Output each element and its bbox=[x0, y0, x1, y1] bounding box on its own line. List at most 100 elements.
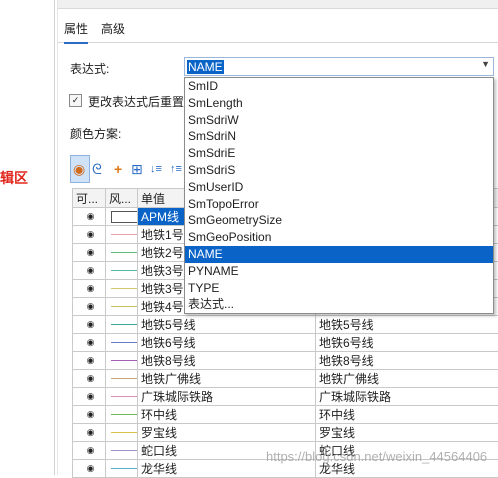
table-row[interactable]: ◉ 地铁8号线地铁8号线 bbox=[73, 352, 498, 370]
visibility-cell[interactable]: ◉ bbox=[73, 208, 106, 226]
table-toolbar: ◉ ᘓ + ⊞ ↓≡ ↑≡ bbox=[70, 155, 190, 185]
label-cell[interactable]: 罗宝线 bbox=[316, 424, 498, 442]
style-cell[interactable] bbox=[106, 262, 138, 280]
delete-icon[interactable]: ⊞ bbox=[131, 161, 143, 177]
dropdown-option[interactable]: SmLength bbox=[185, 95, 493, 112]
visibility-cell[interactable]: ◉ bbox=[73, 316, 106, 334]
eye-icon[interactable]: ◉ bbox=[76, 445, 105, 456]
chevron-down-icon[interactable]: ▼ bbox=[481, 59, 490, 69]
unique-value-cell[interactable]: 地铁8号线 bbox=[138, 352, 316, 370]
dropdown-option[interactable]: SmUserID bbox=[185, 179, 493, 196]
visibility-cell[interactable]: ◉ bbox=[73, 262, 106, 280]
label-cell[interactable]: 地铁5号线 bbox=[316, 316, 498, 334]
eye-icon[interactable]: ◉ bbox=[76, 247, 105, 258]
style-cell[interactable] bbox=[106, 226, 138, 244]
add-icon[interactable]: + bbox=[114, 161, 122, 177]
sort-desc-icon[interactable]: ↑≡ bbox=[170, 161, 182, 177]
line-style-swatch bbox=[111, 342, 138, 343]
eye-icon[interactable]: ◉ bbox=[76, 391, 105, 402]
tab-properties[interactable]: 属性 bbox=[64, 20, 88, 44]
eye-icon[interactable]: ◉ bbox=[76, 211, 105, 222]
unique-value-cell[interactable]: 地铁5号线 bbox=[138, 316, 316, 334]
eye-icon[interactable]: ◉ bbox=[73, 161, 85, 177]
style-cell[interactable] bbox=[106, 244, 138, 262]
column-header-visible[interactable]: 可... bbox=[73, 189, 106, 208]
dropdown-option[interactable]: PYNAME bbox=[185, 263, 493, 280]
visibility-cell[interactable]: ◉ bbox=[73, 352, 106, 370]
style-cell[interactable] bbox=[106, 298, 138, 316]
unique-value-cell[interactable]: 广珠城际铁路 bbox=[138, 388, 316, 406]
unique-value-cell[interactable]: 地铁6号线 bbox=[138, 334, 316, 352]
visibility-cell[interactable]: ◉ bbox=[73, 244, 106, 262]
dropdown-option[interactable]: SmGeometrySize bbox=[185, 212, 493, 229]
eye-icon[interactable]: ◉ bbox=[76, 337, 105, 348]
dropdown-option[interactable]: SmID bbox=[185, 78, 493, 95]
eye-icon[interactable]: ◉ bbox=[76, 283, 105, 294]
eye-icon[interactable]: ◉ bbox=[76, 319, 105, 330]
label-cell[interactable]: 环中线 bbox=[316, 406, 498, 424]
eye-icon[interactable]: ◉ bbox=[76, 373, 105, 384]
eye-icon[interactable]: ◉ bbox=[76, 301, 105, 312]
style-cell[interactable] bbox=[106, 280, 138, 298]
unique-value-cell[interactable]: 地铁广佛线 bbox=[138, 370, 316, 388]
visibility-cell[interactable]: ◉ bbox=[73, 370, 106, 388]
eye-icon[interactable]: ◉ bbox=[76, 229, 105, 240]
panel-divider[interactable] bbox=[54, 0, 55, 475]
label-cell[interactable]: 广珠城际铁路 bbox=[316, 388, 498, 406]
visibility-cell[interactable]: ◉ bbox=[73, 226, 106, 244]
expression-combobox[interactable]: NAME ▼ bbox=[184, 57, 494, 76]
sort-asc-icon[interactable]: ↓≡ bbox=[150, 161, 162, 177]
eye-icon[interactable]: ◉ bbox=[76, 463, 105, 474]
dropdown-option[interactable]: SmTopoError bbox=[185, 196, 493, 213]
watermark: https://blog.csdn.net/weixin_44564406 bbox=[266, 449, 487, 464]
style-cell[interactable] bbox=[106, 316, 138, 334]
style-cell[interactable] bbox=[106, 352, 138, 370]
visibility-cell[interactable]: ◉ bbox=[73, 334, 106, 352]
line-style-swatch bbox=[111, 270, 138, 271]
style-cell[interactable] bbox=[106, 388, 138, 406]
reset-checkbox[interactable]: ✓ bbox=[69, 94, 82, 107]
eye-icon[interactable]: ◉ bbox=[76, 355, 105, 366]
table-row[interactable]: ◉ 地铁5号线地铁5号线 bbox=[73, 316, 498, 334]
eye-icon[interactable]: ◉ bbox=[76, 265, 105, 276]
style-cell[interactable] bbox=[106, 334, 138, 352]
label-cell[interactable]: 地铁广佛线 bbox=[316, 370, 498, 388]
visibility-cell[interactable]: ◉ bbox=[73, 388, 106, 406]
label-cell[interactable]: 地铁6号线 bbox=[316, 334, 498, 352]
style-cell[interactable] bbox=[106, 370, 138, 388]
table-row[interactable]: ◉ 罗宝线罗宝线 bbox=[73, 424, 498, 442]
unique-value-cell[interactable]: 罗宝线 bbox=[138, 424, 316, 442]
table-row[interactable]: ◉ 地铁6号线地铁6号线 bbox=[73, 334, 498, 352]
unique-value-cell[interactable]: 环中线 bbox=[138, 406, 316, 424]
dropdown-option[interactable]: NAME bbox=[185, 246, 493, 263]
style-cell[interactable] bbox=[106, 442, 138, 460]
dropdown-option[interactable]: SmSdriW bbox=[185, 112, 493, 129]
visibility-cell[interactable]: ◉ bbox=[73, 442, 106, 460]
eye-icon[interactable]: ◉ bbox=[76, 409, 105, 420]
link-icon[interactable]: ᘓ bbox=[92, 161, 102, 177]
tab-advanced[interactable]: 高级 bbox=[101, 20, 125, 37]
column-header-style[interactable]: 风... bbox=[106, 189, 138, 208]
label-cell[interactable]: 地铁8号线 bbox=[316, 352, 498, 370]
dropdown-option[interactable]: SmSdriE bbox=[185, 145, 493, 162]
visibility-cell[interactable]: ◉ bbox=[73, 298, 106, 316]
left-panel-label: 辑区 bbox=[0, 168, 28, 188]
dropdown-option[interactable]: 表达式... bbox=[185, 296, 493, 313]
dropdown-option[interactable]: TYPE bbox=[185, 280, 493, 297]
dropdown-option[interactable]: SmGeoPosition bbox=[185, 229, 493, 246]
line-style-swatch bbox=[111, 432, 138, 433]
visibility-cell[interactable]: ◉ bbox=[73, 424, 106, 442]
table-row[interactable]: ◉ 环中线环中线 bbox=[73, 406, 498, 424]
style-cell[interactable] bbox=[106, 208, 138, 226]
table-row[interactable]: ◉ 地铁广佛线地铁广佛线 bbox=[73, 370, 498, 388]
visibility-cell[interactable]: ◉ bbox=[73, 280, 106, 298]
table-row[interactable]: ◉ 广珠城际铁路广珠城际铁路 bbox=[73, 388, 498, 406]
style-cell[interactable] bbox=[106, 406, 138, 424]
style-cell[interactable] bbox=[106, 424, 138, 442]
dropdown-option[interactable]: SmSdriN bbox=[185, 128, 493, 145]
visibility-cell[interactable]: ◉ bbox=[73, 406, 106, 424]
line-style-swatch bbox=[111, 396, 138, 397]
expression-value: NAME bbox=[187, 60, 224, 74]
eye-icon[interactable]: ◉ bbox=[76, 427, 105, 438]
dropdown-option[interactable]: SmSdriS bbox=[185, 162, 493, 179]
